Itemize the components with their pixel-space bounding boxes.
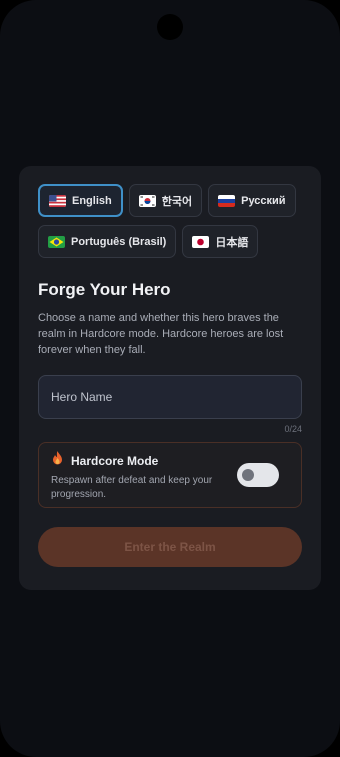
phone-frame: English 한국어 Русский Português (Brasil) 日…	[0, 0, 340, 757]
language-label: 한국어	[161, 195, 193, 208]
language-option-russian[interactable]: Русский	[208, 184, 296, 217]
page-title: Forge Your Hero	[38, 280, 171, 299]
br-flag-icon	[48, 235, 65, 248]
hardcore-mode-toggle[interactable]	[237, 463, 279, 487]
us-flag-icon	[49, 194, 66, 207]
page-description: Choose a name and whether this hero brav…	[38, 312, 284, 356]
language-label: 日本語	[215, 236, 249, 249]
camera-cutout	[157, 14, 183, 40]
jp-flag-icon	[192, 235, 210, 248]
language-label: Русский	[241, 194, 286, 207]
kr-flag-icon	[138, 194, 156, 207]
language-option-korean[interactable]: 한국어	[128, 184, 203, 217]
language-option-english[interactable]: English	[38, 184, 123, 217]
enter-realm-button[interactable]: Enter the Realm	[38, 527, 302, 567]
hardcore-mode-description: Respawn after defeat and keep your progr…	[51, 475, 213, 500]
hero-creation-card: English 한국어 Русский Português (Brasil) 日…	[19, 166, 321, 590]
name-character-counter: 0/24	[284, 424, 302, 434]
hardcore-mode-title: Hardcore Mode	[71, 454, 159, 468]
language-row-1: English 한국어 Русский	[38, 184, 302, 217]
hardcore-mode-panel: Hardcore Mode Respawn after defeat and k…	[38, 442, 302, 508]
language-option-japanese[interactable]: 日本語	[182, 225, 259, 258]
toggle-knob	[242, 469, 254, 481]
flame-icon	[51, 451, 64, 471]
ru-flag-icon	[218, 194, 236, 207]
language-label: Português (Brasil)	[71, 235, 167, 248]
hero-name-placeholder: Hero Name	[51, 390, 113, 404]
hero-name-input[interactable]: Hero Name	[38, 375, 302, 419]
language-option-portuguese-brazil[interactable]: Português (Brasil)	[38, 225, 177, 258]
language-label: English	[72, 194, 112, 207]
language-row-2: Português (Brasil) 日本語	[38, 225, 302, 258]
